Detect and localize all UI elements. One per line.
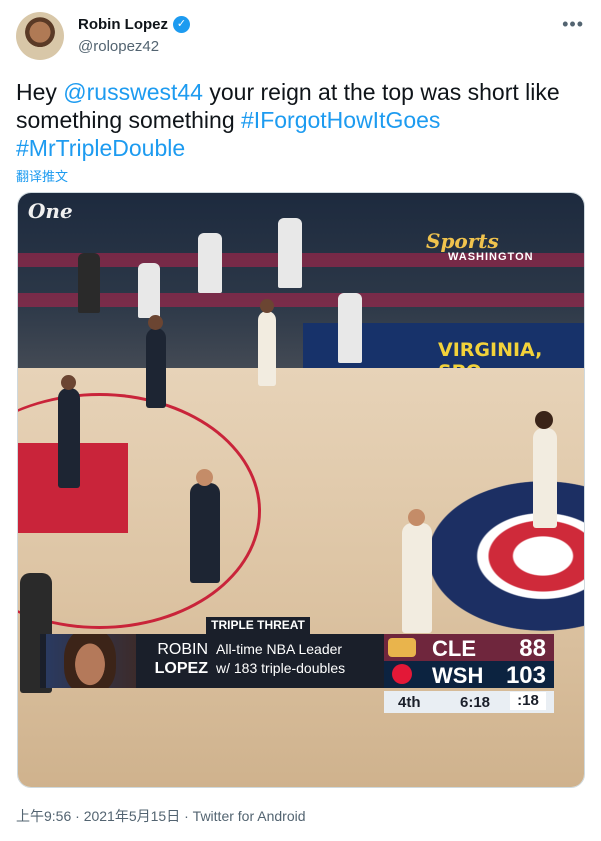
player-head (408, 509, 425, 526)
tweet-client[interactable]: Twitter for Android (193, 808, 306, 824)
tweet-date[interactable]: 2021年5月15日 (84, 808, 181, 824)
player-head (535, 411, 553, 429)
cavaliers-logo-icon (388, 638, 416, 657)
more-horizontal-icon[interactable]: ••• (562, 14, 584, 35)
tweet-text: Hey @russwest44 your reign at the top wa… (16, 78, 586, 162)
broadcaster-name: Sports (426, 229, 499, 253)
tweet-header: Robin Lopez ✓ @rolopez42 ••• (16, 12, 586, 62)
author-handle[interactable]: @rolopez42 (78, 38, 159, 55)
player (258, 311, 276, 386)
triple-threat-badge: TRIPLE THREAT (206, 617, 310, 634)
verified-badge-icon: ✓ (173, 16, 190, 33)
team-score: 103 (505, 662, 546, 689)
team-row-cle: CLE 88 (384, 634, 554, 662)
staff-person (78, 253, 100, 313)
author-name[interactable]: Robin Lopez (78, 16, 168, 33)
team-abbr: WSH (432, 663, 484, 688)
team-score: 88 (519, 635, 546, 662)
tweet-time[interactable]: 上午9:56 (16, 808, 71, 824)
separator: · (75, 808, 80, 824)
overlay-stat-line2: w/ 183 triple-doubles (216, 660, 346, 676)
tweet-timestamp: 上午9:56 · 2021年5月15日 · Twitter for Androi… (16, 806, 306, 826)
arena-sign-left: One (28, 199, 73, 223)
wizards-logo-icon (392, 664, 412, 684)
team-abbr: CLE (432, 636, 476, 661)
player-face (64, 634, 116, 688)
overlay-first-name: ROBIN (157, 641, 208, 658)
broadcaster-logo: Sports WASHINGTON (426, 227, 566, 267)
translate-tweet-link[interactable]: 翻译推文 (16, 166, 68, 185)
player-head (260, 299, 274, 313)
staff-person (138, 263, 160, 318)
tweet-text-prefix: Hey (16, 79, 64, 105)
period: 4th (398, 694, 421, 711)
shot-clock: :18 (510, 692, 546, 710)
mention-link[interactable]: @russwest44 (63, 79, 203, 105)
overlay-last-name: LOPEZ (154, 660, 208, 677)
staff-person (278, 218, 302, 288)
overlay-player-name: ROBIN LOPEZ (146, 640, 208, 678)
player (402, 523, 432, 633)
staff-person (338, 293, 362, 363)
separator: · (184, 808, 189, 824)
broadcaster-sub: WASHINGTON (448, 251, 534, 263)
player (146, 328, 166, 408)
overlay-stat: All-time NBA Leader w/ 183 triple-double… (216, 640, 345, 678)
player-head (61, 375, 76, 390)
player-head (196, 469, 213, 486)
tweet-media-image[interactable]: One Sports WASHINGTON VIRGINIA, SPO TRIP… (17, 192, 585, 788)
player (58, 388, 80, 488)
hashtag-link-2[interactable]: #MrTripleDouble (16, 135, 185, 161)
player-photo (46, 634, 136, 688)
seat-row (18, 293, 584, 307)
hashtag-link-1[interactable]: #IForgotHowItGoes (241, 107, 440, 133)
game-clock: 4th 6:18 :18 (384, 691, 554, 713)
avatar[interactable] (16, 12, 64, 60)
author-name-row: Robin Lopez ✓ (78, 16, 190, 33)
staff-person (198, 233, 222, 293)
overlay-stat-line1: All-time NBA Leader (216, 641, 343, 657)
player-head (148, 315, 163, 330)
player (190, 483, 220, 583)
time-remaining: 6:18 (460, 694, 491, 711)
player (533, 428, 557, 528)
team-row-wsh: WSH 103 (384, 661, 554, 689)
